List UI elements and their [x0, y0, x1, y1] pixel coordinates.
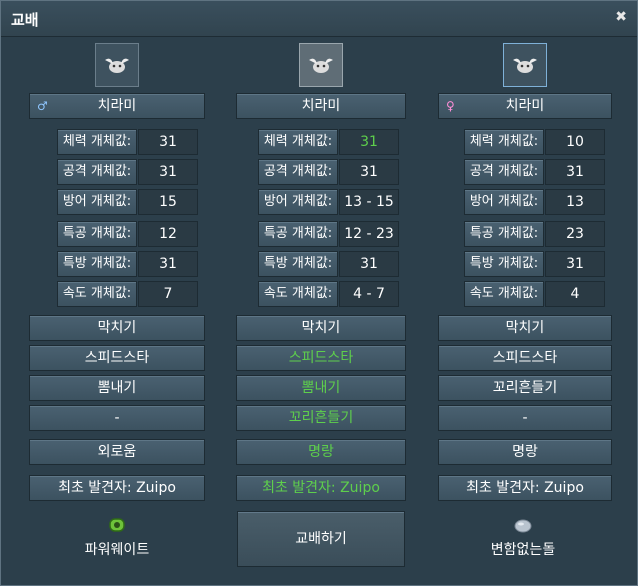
child-name-button[interactable]: 치라미: [236, 93, 406, 119]
stat-label-hp: 체력 개체값:: [258, 129, 338, 155]
right-parent-name-button[interactable]: ♀ 치라미: [438, 93, 612, 119]
right-move-2[interactable]: 스피드스타: [438, 345, 612, 371]
stat-value-atk: 31: [138, 159, 198, 185]
child-move-2[interactable]: 스피드스타: [236, 345, 406, 371]
stat-label-spd: 특방 개체값:: [57, 251, 137, 277]
title-bar[interactable]: 교배 ✖: [1, 1, 637, 37]
stat-label-spa: 특공 개체값:: [464, 221, 544, 247]
stat-label-spa: 특공 개체값:: [57, 221, 137, 247]
right-move-4[interactable]: -: [438, 405, 612, 431]
breed-button[interactable]: 교배하기: [237, 511, 405, 567]
stat-value-hp: 10: [545, 129, 605, 155]
stat-label-spd: 특방 개체값:: [258, 251, 338, 277]
pokemon-name: 치라미: [301, 98, 341, 114]
cinccino-sprite-icon: [513, 58, 537, 73]
cinccino-sprite-icon: [309, 58, 333, 73]
child-move-1[interactable]: 막치기: [236, 315, 406, 341]
stat-label-spa: 특공 개체값:: [258, 221, 338, 247]
power-weight-icon: [109, 518, 125, 532]
child-pokemon-icon[interactable]: [299, 43, 343, 87]
pokemon-name: 치라미: [97, 98, 137, 114]
left-discoverer[interactable]: 최초 발견자: Zuipo: [29, 475, 205, 501]
stat-label-def: 방어 개체값:: [464, 189, 544, 215]
stat-value-hp: 31: [138, 129, 198, 155]
stat-value-spe: 7: [138, 281, 198, 307]
stat-value-spa: 12 - 23: [339, 221, 399, 247]
stat-label-spd: 특방 개체값:: [464, 251, 544, 277]
stat-value-spe: 4 - 7: [339, 281, 399, 307]
child-discoverer[interactable]: 최초 발견자: Zuipo: [236, 475, 406, 501]
right-discoverer[interactable]: 최초 발견자: Zuipo: [438, 475, 612, 501]
held-item-label: 변함없는돌: [490, 542, 556, 558]
right-parent-pokemon-icon[interactable]: [503, 43, 547, 87]
stat-value-atk: 31: [339, 159, 399, 185]
cinccino-sprite-icon: [105, 58, 129, 73]
left-nature[interactable]: 외로움: [29, 439, 205, 465]
breeding-window: 교배 ✖ ♂ 치라미 체력 개체값: 31 공격 개체값: 31 방어 개체값:…: [0, 0, 638, 586]
male-gender-icon: ♂: [37, 99, 48, 113]
stat-value-atk: 31: [545, 159, 605, 185]
stat-value-def: 15: [138, 189, 198, 215]
stat-label-hp: 체력 개체값:: [57, 129, 137, 155]
stat-label-atk: 공격 개체값:: [57, 159, 137, 185]
stat-label-def: 방어 개체값:: [258, 189, 338, 215]
stat-value-hp: 31: [339, 129, 399, 155]
stat-value-spe: 4: [545, 281, 605, 307]
left-parent-pokemon-icon[interactable]: [95, 43, 139, 87]
right-move-1[interactable]: 막치기: [438, 315, 612, 341]
stat-value-def: 13: [545, 189, 605, 215]
stat-label-spe: 속도 개체값:: [57, 281, 137, 307]
left-move-2[interactable]: 스피드스타: [29, 345, 205, 371]
stat-label-def: 방어 개체값:: [57, 189, 137, 215]
right-held-item[interactable]: 변함없는돌: [463, 515, 583, 559]
left-move-4[interactable]: -: [29, 405, 205, 431]
child-move-3[interactable]: 뽐내기: [236, 375, 406, 401]
child-nature[interactable]: 명랑: [236, 439, 406, 465]
right-nature[interactable]: 명랑: [438, 439, 612, 465]
stat-value-spd: 31: [138, 251, 198, 277]
everstone-icon: [514, 519, 532, 533]
left-move-3[interactable]: 뽐내기: [29, 375, 205, 401]
stat-value-spd: 31: [339, 251, 399, 277]
close-icon[interactable]: ✖: [615, 9, 627, 25]
stat-label-atk: 공격 개체값:: [464, 159, 544, 185]
stat-value-spd: 31: [545, 251, 605, 277]
stat-label-spe: 속도 개체값:: [258, 281, 338, 307]
stat-value-spa: 12: [138, 221, 198, 247]
left-held-item[interactable]: 파워웨이트: [57, 515, 177, 559]
stat-value-spa: 23: [545, 221, 605, 247]
female-gender-icon: ♀: [446, 99, 455, 113]
pokemon-name: 치라미: [505, 98, 545, 114]
left-parent-name-button[interactable]: ♂ 치라미: [29, 93, 205, 119]
child-move-4[interactable]: 꼬리흔들기: [236, 405, 406, 431]
stat-label-atk: 공격 개체값:: [258, 159, 338, 185]
held-item-label: 파워웨이트: [84, 542, 150, 558]
right-move-3[interactable]: 꼬리흔들기: [438, 375, 612, 401]
stat-label-hp: 체력 개체값:: [464, 129, 544, 155]
stat-value-def: 13 - 15: [339, 189, 399, 215]
stat-label-spe: 속도 개체값:: [464, 281, 544, 307]
window-title: 교배: [11, 11, 39, 29]
left-move-1[interactable]: 막치기: [29, 315, 205, 341]
